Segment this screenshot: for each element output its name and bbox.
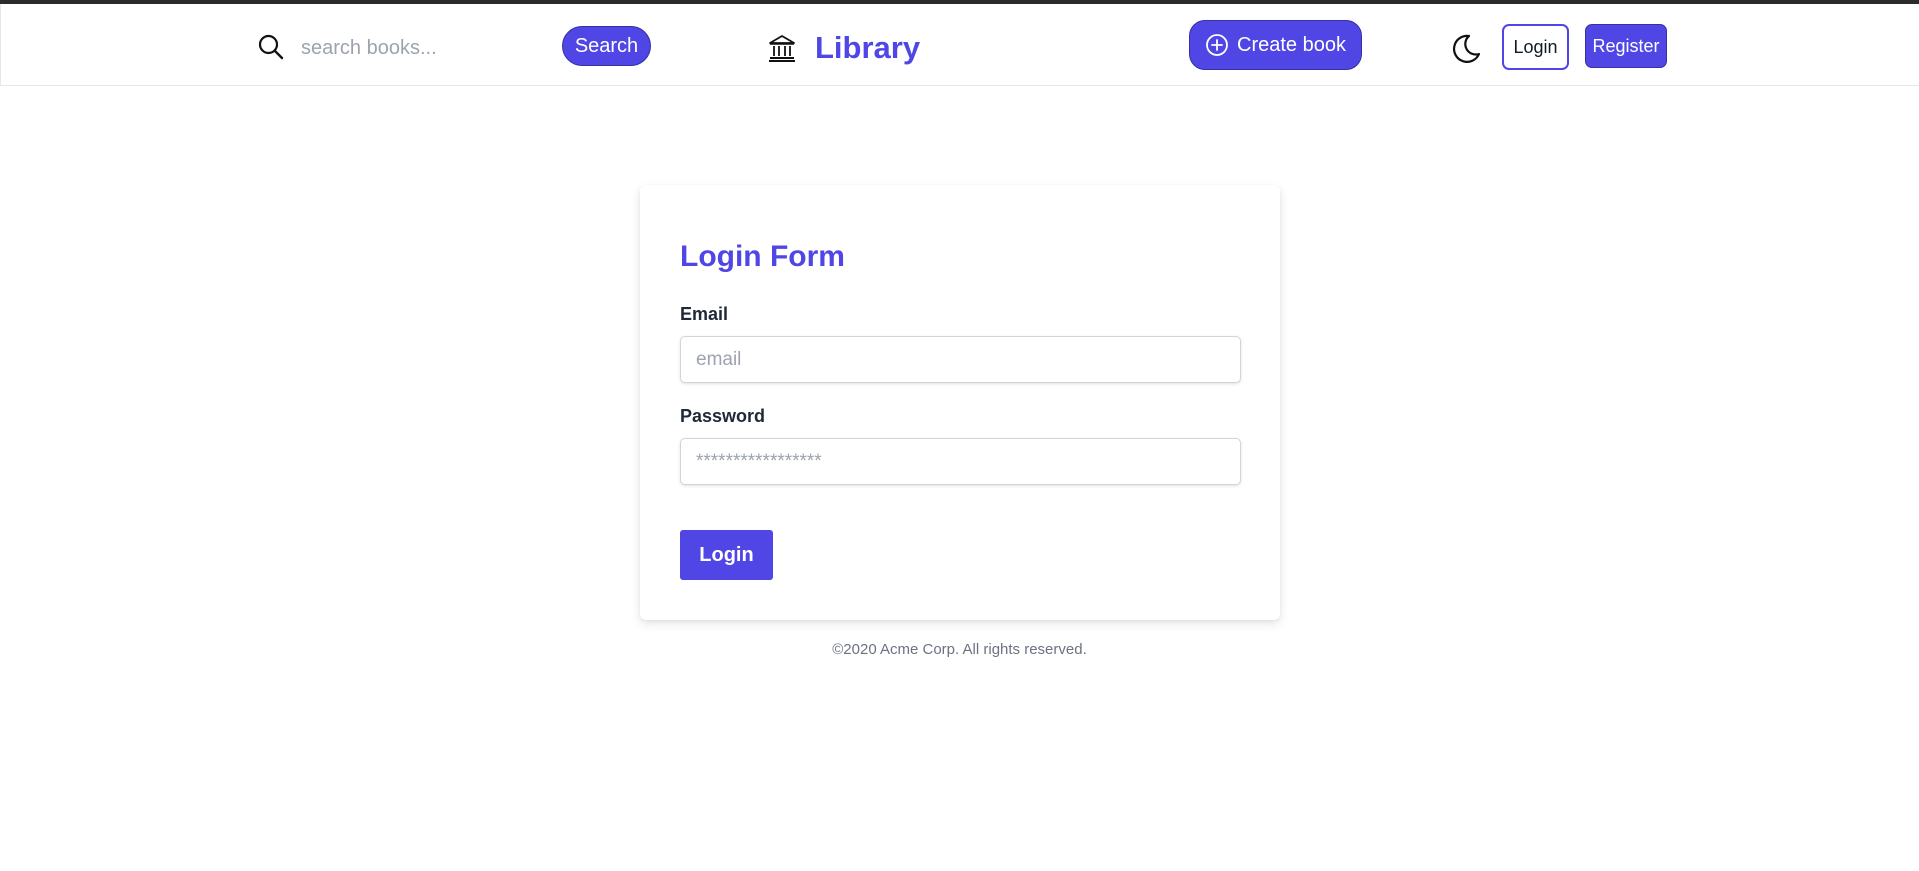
nav-register-button[interactable]: Register xyxy=(1585,24,1667,68)
login-card: Login Form Email Password Login xyxy=(640,185,1280,620)
footer-copyright: ©2020 Acme Corp. All rights reserved. xyxy=(832,641,1087,658)
password-field[interactable] xyxy=(680,438,1241,485)
search-input[interactable] xyxy=(301,30,551,66)
search-button[interactable]: Search xyxy=(562,26,651,66)
brand-title[interactable]: Library xyxy=(815,30,920,66)
password-label: Password xyxy=(680,406,766,426)
moon-icon[interactable] xyxy=(1449,32,1483,66)
nav-login-button[interactable]: Login xyxy=(1502,24,1569,70)
login-submit-button[interactable]: Login xyxy=(680,530,773,580)
library-icon xyxy=(767,33,797,63)
brand-logo[interactable]: Library xyxy=(767,28,920,68)
email-field[interactable] xyxy=(680,336,1241,383)
search-icon[interactable] xyxy=(257,33,285,61)
create-book-label: Create book xyxy=(1237,33,1346,56)
form-title: Login Form xyxy=(680,240,845,273)
create-book-button[interactable]: Create book xyxy=(1189,20,1362,70)
email-label: Email xyxy=(680,304,729,324)
navbar: Search Library Create book xyxy=(0,4,1919,86)
plus-circle-icon xyxy=(1205,33,1229,57)
